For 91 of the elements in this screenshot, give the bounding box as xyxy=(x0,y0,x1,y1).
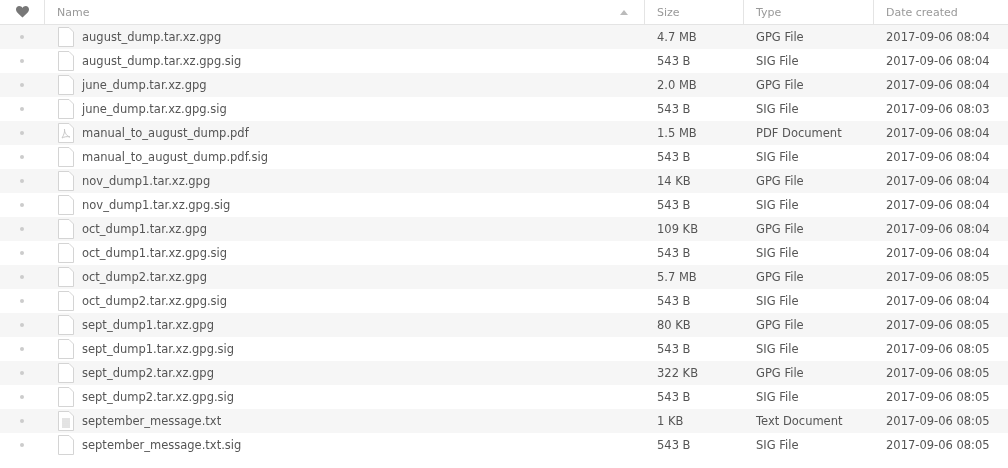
date-created: 2017-09-06 08:05 xyxy=(885,438,991,452)
date-created: 2017-09-06 08:05 xyxy=(885,414,991,428)
bullet-icon xyxy=(20,131,24,135)
file-name[interactable]: oct_dump1.tar.xz.gpg.sig xyxy=(82,246,228,260)
file-name[interactable]: nov_dump1.tar.xz.gpg.sig xyxy=(82,198,231,212)
file-size: 5.7 MB xyxy=(656,270,698,284)
file-name[interactable]: oct_dump1.tar.xz.gpg xyxy=(82,222,207,236)
file-type: GPG File xyxy=(755,366,805,380)
file-type: PDF Document xyxy=(755,126,843,140)
file-type: SIG File xyxy=(755,342,800,356)
file-name[interactable]: sept_dump2.tar.xz.gpg xyxy=(82,366,214,380)
file-size: 1 KB xyxy=(656,414,685,428)
date-created: 2017-09-06 08:05 xyxy=(885,270,991,284)
file-size: 543 B xyxy=(656,54,692,68)
bullet-icon xyxy=(20,83,24,87)
file-size: 543 B xyxy=(656,438,692,452)
file-size: 2.0 MB xyxy=(656,78,698,92)
file-type: Text Document xyxy=(755,414,844,428)
file-size: 4.7 MB xyxy=(656,30,698,44)
date-created: 2017-09-06 08:05 xyxy=(885,318,991,332)
file-type: GPG File xyxy=(755,174,805,188)
file-name[interactable]: june_dump.tar.xz.gpg.sig xyxy=(82,102,227,116)
date-created: 2017-09-06 08:04 xyxy=(885,174,991,188)
file-name[interactable]: nov_dump1.tar.xz.gpg xyxy=(82,174,211,188)
file-type: SIG File xyxy=(755,246,800,260)
file-size: 14 KB xyxy=(656,174,692,188)
date-created: 2017-09-06 08:04 xyxy=(885,30,991,44)
file-type: SIG File xyxy=(755,54,800,68)
date-created: 2017-09-06 08:03 xyxy=(885,102,991,116)
file-type: SIG File xyxy=(755,390,800,404)
file-size: 1.5 MB xyxy=(656,126,698,140)
bullet-icon xyxy=(20,419,24,423)
bullet-icon xyxy=(20,35,24,39)
date-created: 2017-09-06 08:05 xyxy=(885,390,991,404)
file-type: SIG File xyxy=(755,198,800,212)
date-created: 2017-09-06 08:04 xyxy=(885,294,991,308)
file-type: SIG File xyxy=(755,438,800,452)
date-created: 2017-09-06 08:04 xyxy=(885,150,991,164)
date-created: 2017-09-06 08:04 xyxy=(885,222,991,236)
file-type: GPG File xyxy=(755,270,805,284)
date-created: 2017-09-06 08:05 xyxy=(885,366,991,380)
file-size: 543 B xyxy=(656,150,692,164)
bullet-icon xyxy=(20,395,24,399)
file-type: SIG File xyxy=(755,150,800,164)
file-size: 543 B xyxy=(656,390,692,404)
file-size: 543 B xyxy=(656,342,692,356)
bullet-icon xyxy=(20,299,24,303)
file-name[interactable]: sept_dump1.tar.xz.gpg.sig xyxy=(82,342,235,356)
bullet-icon xyxy=(20,227,24,231)
file-size: 109 KB xyxy=(656,222,700,236)
file-name[interactable]: manual_to_august_dump.pdf.sig xyxy=(82,150,268,164)
file-name[interactable]: oct_dump2.tar.xz.gpg.sig xyxy=(82,294,228,308)
file-name[interactable]: september_message.txt.sig xyxy=(82,438,242,452)
file-name[interactable]: sept_dump2.tar.xz.gpg.sig xyxy=(82,390,235,404)
bullet-icon xyxy=(20,203,24,207)
file-size: 80 KB xyxy=(656,318,692,332)
file-name[interactable]: manual_to_august_dump.pdf xyxy=(82,126,249,140)
bullet-icon xyxy=(20,179,24,183)
file-size: 543 B xyxy=(656,102,692,116)
file-type: GPG File xyxy=(755,222,805,236)
file-type: GPG File xyxy=(755,78,805,92)
bullet-icon xyxy=(20,275,24,279)
file-size: 543 B xyxy=(656,198,692,212)
file-name[interactable]: september_message.txt xyxy=(82,414,222,428)
bullet-icon xyxy=(20,107,24,111)
file-size: 543 B xyxy=(656,246,692,260)
date-created: 2017-09-06 08:04 xyxy=(885,78,991,92)
date-created: 2017-09-06 08:04 xyxy=(885,198,991,212)
bullet-icon xyxy=(20,443,24,447)
bullet-icon xyxy=(20,155,24,159)
date-created: 2017-09-06 08:04 xyxy=(885,54,991,68)
file-type: GPG File xyxy=(755,30,805,44)
bullet-icon xyxy=(20,323,24,327)
heart-icon[interactable] xyxy=(15,6,29,18)
file-type: SIG File xyxy=(755,102,800,116)
file-size: 322 KB xyxy=(656,366,700,380)
file-type: GPG File xyxy=(755,318,805,332)
date-created: 2017-09-06 08:04 xyxy=(885,246,991,260)
date-created: 2017-09-06 08:04 xyxy=(885,126,991,140)
bullet-icon xyxy=(20,347,24,351)
file-name[interactable]: june_dump.tar.xz.gpg xyxy=(82,78,207,92)
file-name[interactable]: august_dump.tar.xz.gpg xyxy=(82,30,222,44)
bullet-icon xyxy=(20,371,24,375)
file-name[interactable]: august_dump.tar.xz.gpg.sig xyxy=(82,54,242,68)
file-name[interactable]: oct_dump2.tar.xz.gpg xyxy=(82,270,207,284)
bullet-icon xyxy=(20,251,24,255)
file-name[interactable]: sept_dump1.tar.xz.gpg xyxy=(82,318,214,332)
file-size: 543 B xyxy=(656,294,692,308)
bullet-icon xyxy=(20,59,24,63)
file-type: SIG File xyxy=(755,294,800,308)
date-created: 2017-09-06 08:05 xyxy=(885,342,991,356)
